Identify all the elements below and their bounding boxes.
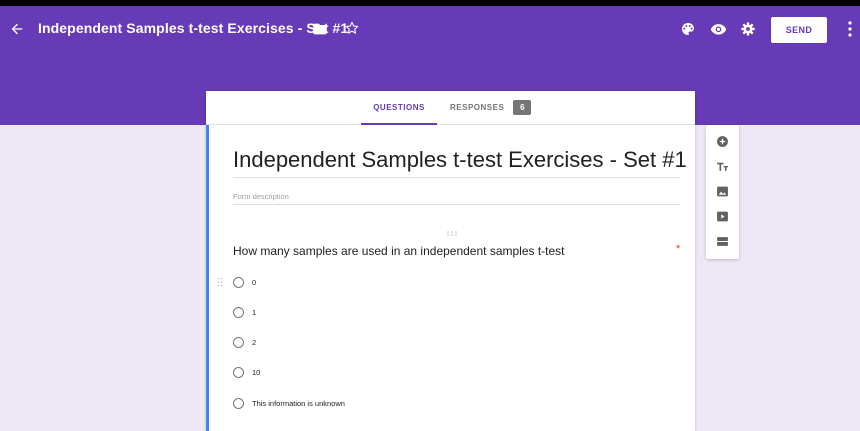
gear-icon[interactable] bbox=[740, 21, 756, 37]
radio-button[interactable] bbox=[233, 306, 244, 318]
option-label: 1 bbox=[252, 307, 257, 317]
tab-questions-label: QUESTIONS bbox=[373, 103, 425, 112]
option-item[interactable]: This information is unknown bbox=[233, 396, 345, 410]
responses-count-badge: 6 bbox=[513, 100, 532, 115]
form-card: QUESTIONS RESPONSES 6 Independent Sample… bbox=[206, 91, 695, 431]
option-label: 2 bbox=[252, 337, 257, 347]
form-title[interactable]: Independent Samples t-test Exercises - S… bbox=[233, 147, 687, 173]
drag-handle-icon[interactable] bbox=[446, 231, 458, 236]
send-button[interactable]: SEND bbox=[771, 17, 827, 43]
title-divider bbox=[233, 177, 680, 178]
tab-responses[interactable]: RESPONSES 6 bbox=[450, 91, 532, 124]
star-icon[interactable] bbox=[344, 20, 360, 36]
option-label: This information is unknown bbox=[252, 398, 345, 408]
more-vert-icon[interactable] bbox=[846, 20, 854, 38]
description-divider bbox=[233, 204, 680, 205]
question-toolbar bbox=[706, 125, 739, 259]
option-item[interactable]: 1 bbox=[233, 305, 256, 319]
radio-button[interactable] bbox=[233, 276, 244, 288]
add-video-icon[interactable] bbox=[716, 210, 729, 223]
add-image-icon[interactable] bbox=[716, 185, 729, 198]
palette-icon[interactable] bbox=[680, 21, 696, 37]
question-title[interactable]: How many samples are used in an independ… bbox=[233, 244, 565, 258]
form-name[interactable]: Independent Samples t-test Exercises - S… bbox=[38, 20, 348, 36]
tab-bar: QUESTIONS RESPONSES 6 bbox=[206, 91, 695, 125]
add-section-icon[interactable] bbox=[716, 235, 729, 248]
active-tab-indicator bbox=[361, 123, 437, 125]
option-drag-handle-icon[interactable] bbox=[217, 277, 223, 287]
active-section-indicator bbox=[206, 125, 209, 431]
radio-button[interactable] bbox=[233, 397, 244, 409]
option-item[interactable]: 0 bbox=[233, 275, 256, 289]
form-description-field[interactable]: Form description bbox=[233, 192, 289, 201]
add-question-icon[interactable] bbox=[716, 135, 729, 148]
eye-icon[interactable] bbox=[710, 22, 727, 36]
add-title-icon[interactable] bbox=[716, 160, 729, 173]
required-indicator: * bbox=[676, 243, 681, 255]
option-item[interactable]: 10 bbox=[233, 365, 260, 379]
tab-responses-label: RESPONSES bbox=[450, 103, 505, 112]
tab-questions[interactable]: QUESTIONS bbox=[361, 91, 437, 125]
folder-icon[interactable] bbox=[312, 21, 328, 37]
option-label: 10 bbox=[252, 367, 261, 377]
option-item[interactable]: 2 bbox=[233, 335, 256, 349]
option-label: 0 bbox=[252, 277, 257, 287]
radio-button[interactable] bbox=[233, 336, 244, 348]
back-arrow-icon[interactable] bbox=[9, 21, 25, 37]
radio-button[interactable] bbox=[233, 366, 244, 378]
